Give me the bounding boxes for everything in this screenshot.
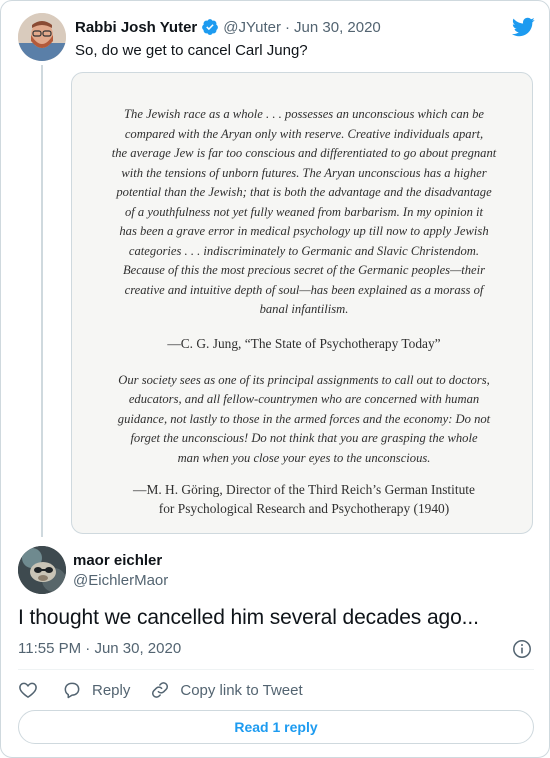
quote-line: forget the unconscious! Do not think tha… (130, 431, 478, 445)
main-author-avatar[interactable] (18, 546, 66, 594)
quote-line: creative and intuitive depth of soul—has… (124, 282, 484, 297)
parent-author-avatar[interactable] (18, 13, 66, 61)
quote-line: Our society sees as one of its principal… (118, 372, 490, 387)
attribution-line: for Psychological Research and Psychothe… (158, 501, 450, 516)
info-icon[interactable] (512, 639, 532, 659)
quote-line: man when you close your eyes to the unco… (177, 450, 431, 465)
quote-paragraph-2: Our society sees as one of its principal… (94, 371, 514, 469)
quote-image[interactable]: The Jewish race as a whole . . . possess… (71, 72, 533, 534)
quote-attribution-1: —C. G. Jung, “The State of Psychotherapy… (167, 335, 441, 351)
main-tweet-text: I thought we cancelled him several decad… (18, 606, 479, 629)
quote-line: The Jewish race as a whole . . . possess… (124, 107, 484, 121)
quote-line: compared with the Aryan only with reserv… (124, 126, 484, 141)
parent-tweet-text: So, do we get to cancel Carl Jung? (75, 42, 308, 59)
reply-icon (64, 682, 80, 699)
main-author-handle[interactable]: @EichlerMaor (73, 572, 168, 589)
quote-line: the average Jew is far too conscious and… (111, 146, 497, 160)
heart-icon (19, 682, 37, 698)
tweet-time: 11:55 PM (18, 640, 82, 657)
main-tweet-timestamp[interactable]: 11:55 PM · Jun 30, 2020 (18, 640, 181, 657)
read-replies-button[interactable]: Read 1 reply (18, 710, 534, 744)
link-icon (152, 682, 169, 698)
parent-author-name[interactable]: Rabbi Josh Yuter (75, 19, 197, 36)
quote-paragraph-1: The Jewish race as a whole . . . possess… (94, 105, 514, 320)
quote-line: guidance, not lastly to those in the arm… (117, 411, 491, 426)
like-button[interactable] (18, 680, 38, 700)
header-separator: · (285, 18, 291, 36)
embedded-tweet-card: Rabbi Josh Yuter @JYuter · Jun 30, 2020 … (0, 0, 550, 758)
quote-image-text: The Jewish race as a whole . . . possess… (94, 105, 514, 518)
copy-link-button[interactable]: Copy link to Tweet (150, 680, 303, 700)
tweet-date: Jun 30, 2020 (94, 640, 182, 657)
twitter-logo-icon[interactable] (511, 15, 535, 39)
quote-line: has been a grave error in medical psycho… (119, 224, 489, 238)
quote-line: with the tensions of unborn futures. The… (121, 165, 487, 180)
read-replies-label: Read 1 reply (234, 719, 318, 735)
quote-line: categories . . . indiscriminately to Ger… (128, 243, 480, 258)
thread-connector-line (41, 65, 43, 537)
quote-line: potential than the Jewish; that is both … (116, 185, 492, 199)
parent-tweet-header: Rabbi Josh Yuter @JYuter · Jun 30, 2020 (75, 17, 381, 37)
timestamp-separator: · (85, 640, 91, 657)
parent-author-handle[interactable]: @JYuter (223, 19, 281, 36)
quote-line: banal infantilism. (259, 302, 349, 316)
parent-tweet-date[interactable]: Jun 30, 2020 (294, 19, 381, 36)
tweet-actions: Reply Copy link to Tweet (18, 679, 303, 701)
quote-line: of a youthfulness not yet fully weaned f… (124, 204, 484, 219)
divider (18, 669, 534, 670)
attribution-line: —M. H. Göring, Director of the Third Rei… (133, 482, 475, 497)
main-author-name[interactable]: maor eichler (73, 552, 162, 569)
reply-label: Reply (92, 681, 131, 699)
quote-line: Because of this the most precious secret… (122, 263, 486, 277)
quote-attribution-2: —M. H. Göring, Director of the Third Rei… (94, 480, 514, 518)
reply-button[interactable]: Reply (62, 680, 130, 700)
quote-line: educators, and all fellow-countrymen who… (128, 392, 480, 406)
verified-badge-icon (201, 18, 219, 36)
copy-link-label: Copy link to Tweet (180, 681, 303, 699)
